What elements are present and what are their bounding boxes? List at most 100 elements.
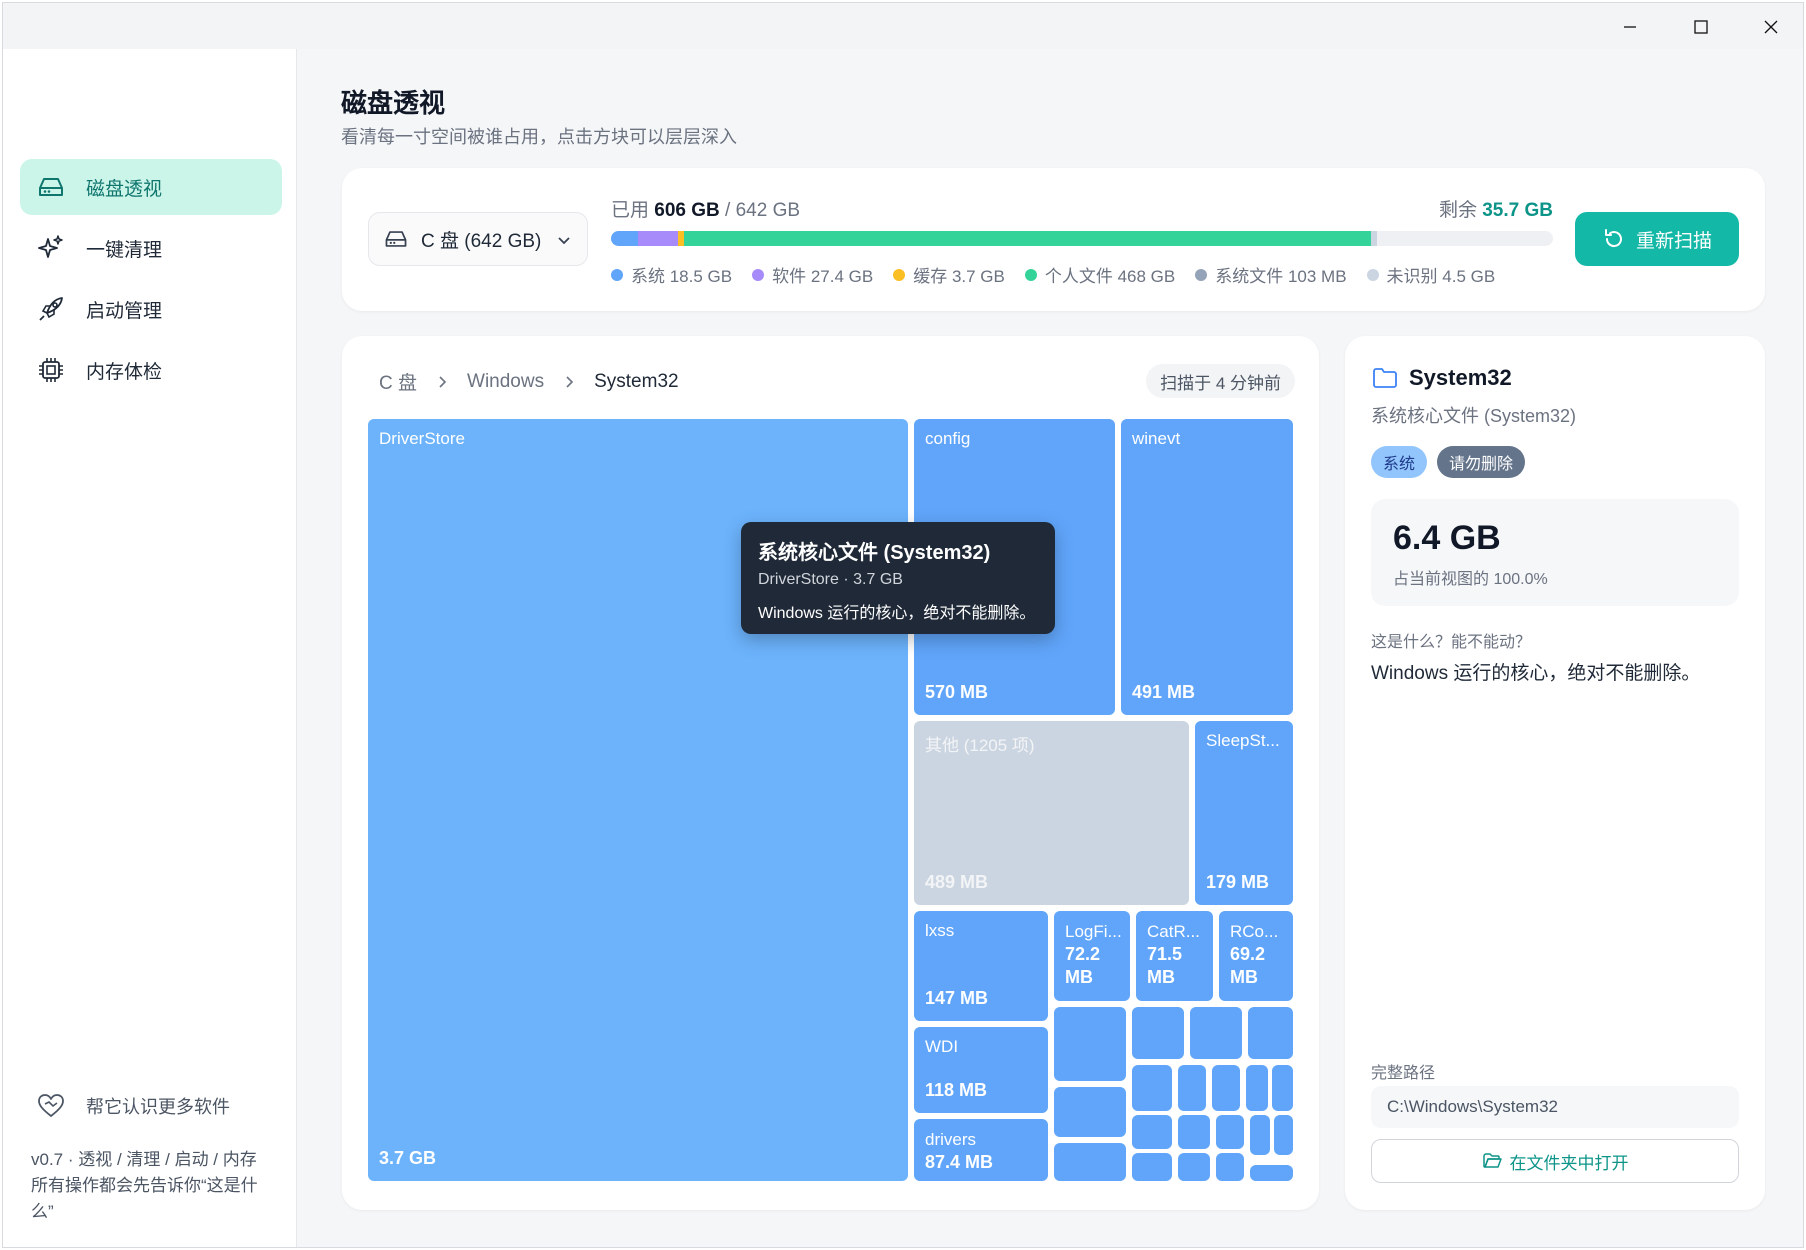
- tooltip-desc: Windows 运行的核心，绝对不能删除。: [758, 605, 1036, 622]
- tile-name: lxss: [925, 921, 955, 940]
- sidebar-item-label: 磁盘透视: [86, 178, 163, 200]
- detail-name: System32: [1409, 365, 1512, 390]
- minimize-button[interactable]: [1595, 9, 1665, 45]
- treemap-tile-other[interactable]: 其他 (1205 项) 489 MB: [914, 721, 1189, 905]
- sidebar-item-cleanup[interactable]: 一键清理: [20, 220, 282, 276]
- treemap-tile[interactable]: [1132, 1007, 1184, 1059]
- open-in-folder-label: 在文件夹中打开: [1509, 1153, 1629, 1173]
- legend-dot: [893, 268, 906, 281]
- legend-dot: [1366, 268, 1379, 281]
- treemap-tile[interactable]: [1190, 1007, 1242, 1059]
- sidebar-item-label: 内存体检: [86, 361, 163, 383]
- treemap-tile-sleepstudy[interactable]: SleepSt... 179 MB: [1195, 721, 1293, 905]
- treemap-tile[interactable]: [1132, 1115, 1172, 1149]
- total-value: / 642 GB: [719, 200, 801, 221]
- size-stat: 6.4 GB 占当前视图的 100.0%: [1371, 499, 1739, 606]
- breadcrumb-windows[interactable]: Windows: [467, 371, 544, 393]
- treemap-tile[interactable]: [1248, 1007, 1293, 1059]
- sidebar-item-label: 启动管理: [86, 300, 163, 322]
- usage-bar-segment: [683, 231, 1371, 246]
- treemap-tile[interactable]: [1250, 1165, 1293, 1181]
- remaining-value: 35.7 GB: [1482, 200, 1553, 221]
- sidebar-item-memory[interactable]: 内存体检: [20, 342, 282, 398]
- drive-select-value: C 盘 (642 GB): [421, 230, 542, 252]
- treemap-tile[interactable]: [1178, 1065, 1206, 1111]
- maximize-button[interactable]: [1666, 9, 1736, 45]
- legend-dot: [1024, 268, 1037, 281]
- tile-label-stack: drivers 87.4 MB: [925, 1129, 993, 1174]
- sidebar-item-disk[interactable]: 磁盘透视: [20, 159, 282, 215]
- treemap-tile[interactable]: [1132, 1065, 1172, 1111]
- treemap-tile[interactable]: [1274, 1115, 1293, 1155]
- open-in-folder-button[interactable]: 在文件夹中打开: [1371, 1139, 1739, 1183]
- treemap-tile-drivers[interactable]: drivers 87.4 MB: [914, 1119, 1048, 1181]
- tile-size-unit: MB: [1147, 967, 1175, 987]
- treemap-tile[interactable]: [1216, 1115, 1244, 1149]
- chevron-right-icon: [439, 375, 447, 388]
- scan-time-badge: 扫描于 4 分钟前: [1146, 364, 1295, 398]
- folder-open-icon: [1482, 1153, 1502, 1168]
- detail-question: 这是什么？能不能动？: [1371, 634, 1532, 651]
- app-window: 磁盘透视 一键清理 启动管理 内存体检 帮它认识更多软件 v0.7 · 透视 /…: [2, 2, 1804, 1248]
- detail-header: System32: [1371, 364, 1512, 392]
- treemap-tile[interactable]: [1054, 1087, 1126, 1137]
- treemap-tile[interactable]: [1054, 1143, 1126, 1181]
- treemap-tile[interactable]: [1178, 1115, 1210, 1149]
- tooltip-sub: DriverStore · 3.7 GB: [758, 571, 903, 588]
- drive-select[interactable]: C 盘 (642 GB): [368, 212, 588, 266]
- tile-name: LogFi...: [1065, 922, 1122, 941]
- detail-size: 6.4 GB: [1393, 519, 1501, 557]
- tile-size: 3.7 GB: [379, 1148, 437, 1168]
- treemap-tile-catroot[interactable]: CatR... 71.5 MB: [1136, 911, 1213, 1001]
- treemap-tile[interactable]: [1054, 1007, 1126, 1081]
- usage-bar-segment: [638, 231, 679, 246]
- sidebar-item-startup[interactable]: 启动管理: [20, 281, 282, 337]
- legend-label: 缓存 3.7 GB: [913, 267, 1005, 286]
- rescan-label: 重新扫描: [1635, 230, 1712, 252]
- disk-usage-card: C 盘 (642 GB) 已用 606 GB / 642 GB 剩余 35.7 …: [342, 168, 1765, 311]
- rescan-button[interactable]: 重新扫描: [1575, 212, 1739, 266]
- help-teach-software-link[interactable]: 帮它认识更多软件: [36, 1091, 230, 1121]
- usage-bar-segment: [1370, 231, 1378, 246]
- treemap-tile[interactable]: [1178, 1153, 1210, 1181]
- treemap-tile[interactable]: [1132, 1153, 1172, 1181]
- minimize-icon: [1624, 26, 1636, 28]
- close-button[interactable]: [1736, 9, 1803, 45]
- detail-tags: 系统 请勿删除: [1371, 446, 1535, 478]
- treemap-tile-lxss[interactable]: lxss 147 MB: [914, 911, 1048, 1021]
- tile-size: 118 MB: [925, 1080, 988, 1100]
- usage-legend: 系统 18.5 GB 软件 27.4 GB 缓存 3.7 GB 个人文件 468 GB…: [611, 262, 1515, 287]
- detail-answer: Windows 运行的核心，绝对不能删除。: [1371, 663, 1701, 684]
- tile-size: 489 MB: [925, 872, 989, 892]
- legend-item: 未识别 4.5 GB: [1366, 262, 1495, 287]
- treemap-tile[interactable]: [1246, 1065, 1268, 1111]
- treemap-tile[interactable]: [1212, 1065, 1240, 1111]
- hard-drive-icon: [385, 231, 407, 247]
- used-prefix: 已用: [611, 200, 655, 221]
- heart-handshake-icon: [38, 1094, 64, 1117]
- breadcrumb-c-drive[interactable]: C 盘: [379, 368, 417, 395]
- used-value: 606 GB: [654, 200, 720, 221]
- sidebar-item-label: 一键清理: [86, 239, 163, 261]
- sidebar-nav: 磁盘透视 一键清理 启动管理 内存体检: [20, 159, 282, 403]
- full-path-field[interactable]: C:\Windows\System32: [1371, 1086, 1739, 1128]
- treemap-tile[interactable]: [1272, 1065, 1293, 1111]
- treemap-tile-logfiles[interactable]: LogFi... 72.2 MB: [1054, 911, 1130, 1001]
- tile-name: drivers: [925, 1130, 977, 1149]
- tile-name: DriverStore: [379, 429, 465, 448]
- tile-size: 69.2: [1230, 944, 1266, 964]
- treemap-tile[interactable]: [1216, 1153, 1244, 1181]
- tile-name: SleepSt...: [1206, 731, 1280, 750]
- treemap-tile[interactable]: [1250, 1115, 1270, 1155]
- tile-name: 其他 (1205 项): [925, 736, 1035, 755]
- page-title: 磁盘透视: [341, 88, 446, 118]
- treemap-tile-winevt[interactable]: winevt 491 MB: [1121, 419, 1293, 715]
- treemap-tile-wdi[interactable]: WDI 118 MB: [914, 1027, 1048, 1113]
- legend-item: 系统 18.5 GB: [611, 262, 732, 287]
- footer-info: v0.7 · 透视 / 清理 / 启动 / 内存 所有操作都会先告诉你“这是什么…: [31, 1147, 271, 1225]
- folder-icon: [1373, 368, 1397, 388]
- treemap-tile-rco[interactable]: RCo... 69.2 MB: [1219, 911, 1293, 1001]
- tile-label-stack: LogFi... 72.2 MB: [1065, 921, 1122, 989]
- tile-size-unit: MB: [1065, 967, 1093, 987]
- tile-name: RCo...: [1230, 922, 1279, 941]
